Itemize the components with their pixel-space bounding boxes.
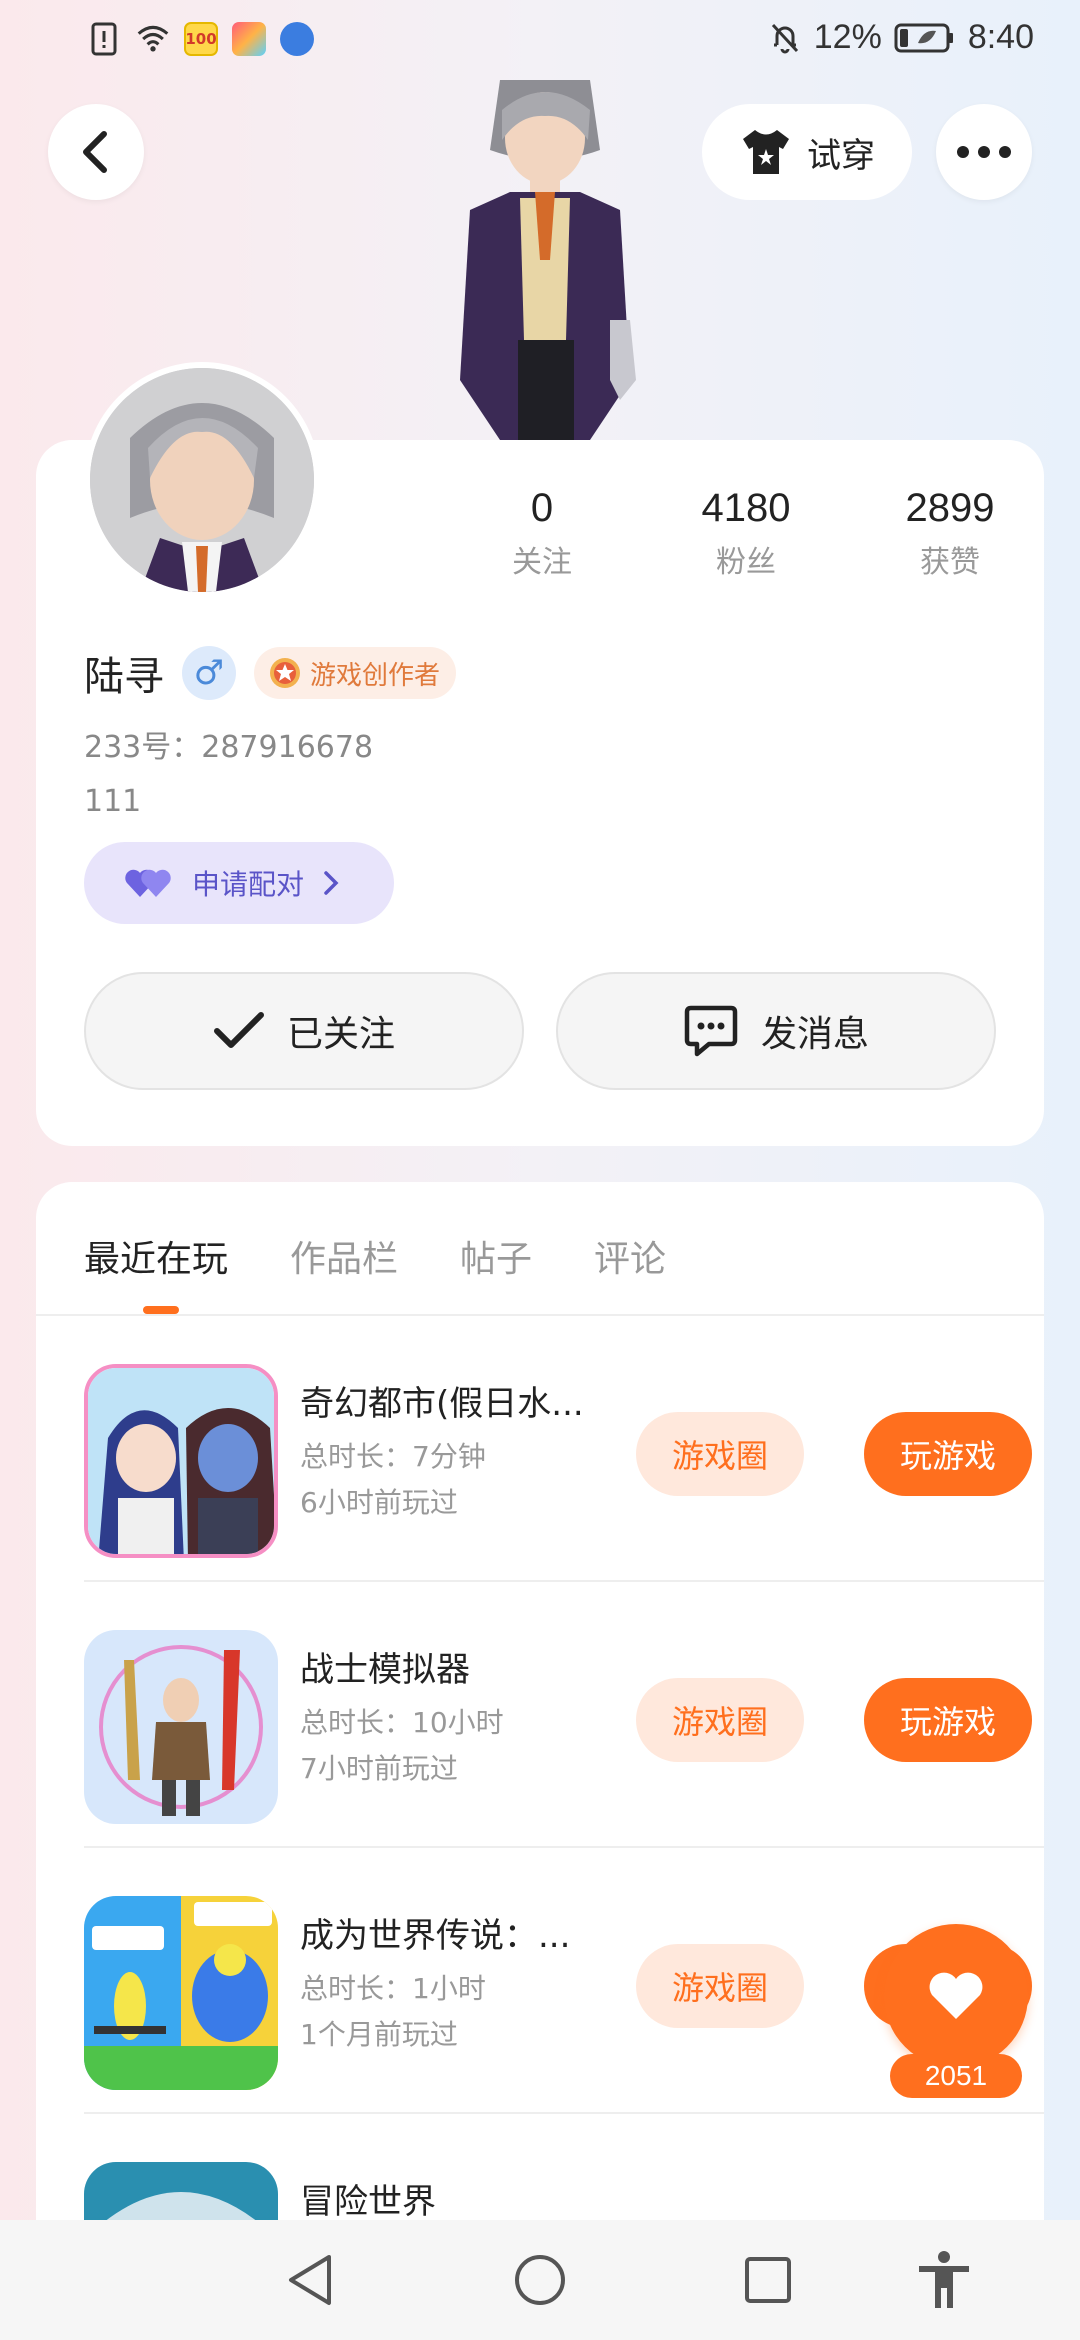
like-button[interactable] xyxy=(884,1924,1028,2068)
apply-pair-label: 申请配对 xyxy=(192,868,305,901)
game-duration: 总时长：1小时 xyxy=(300,1972,486,2005)
more-dots-icon xyxy=(957,146,1011,158)
game-row[interactable]: 战士模拟器 总时长：10小时 7小时前玩过 游戏圈 玩游戏 xyxy=(84,1582,1044,1848)
send-message-label: 发消息 xyxy=(760,1014,869,1055)
status-bar-right: 12% 8:40 xyxy=(768,18,1034,57)
character-figure xyxy=(440,73,650,440)
check-icon xyxy=(213,1012,264,1048)
mute-bell-icon xyxy=(771,23,798,53)
nav-back-button[interactable] xyxy=(280,2250,340,2310)
avatar[interactable] xyxy=(84,362,320,598)
game-circle-button[interactable]: 游戏圈 xyxy=(636,1678,804,1762)
game-info: 战士模拟器 总时长：10小时 7小时前玩过 xyxy=(300,1642,610,1787)
creator-badge[interactable]: 游戏创作者 xyxy=(254,647,457,699)
stat-following-value: 0 xyxy=(530,486,554,530)
battery-icon xyxy=(894,23,953,52)
tab-posts[interactable]: 帖子 xyxy=(460,1230,532,1282)
game-info: 成为世界传说：... 总时长：1小时 1个月前玩过 xyxy=(300,1908,610,2053)
accessibility-icon xyxy=(919,2251,969,2308)
stat-following-label: 关注 xyxy=(512,545,572,580)
game-icon-fantasy-city[interactable] xyxy=(84,1364,278,1558)
status-bar-left-icons: 100 xyxy=(88,22,314,56)
chevron-left-icon xyxy=(83,131,107,173)
heart-icon xyxy=(929,1972,983,2019)
square-recents-icon xyxy=(745,2257,791,2303)
user-id: 233号：287916678 xyxy=(84,730,374,765)
game-info: 奇幻都市(假日水... 总时长：7分钟 6小时前玩过 xyxy=(300,1376,610,1521)
hearts-icon xyxy=(125,869,171,897)
game-last-played: 7小时前玩过 xyxy=(300,1752,458,1785)
play-game-button[interactable]: 玩游戏 xyxy=(864,1412,1032,1496)
app-colorful-icon xyxy=(232,22,266,56)
app-blue-icon xyxy=(280,22,314,56)
app-100-icon: 100 xyxy=(184,22,218,56)
tab-works[interactable]: 作品栏 xyxy=(290,1230,398,1282)
male-icon: ♂ xyxy=(182,646,236,700)
creator-badge-label: 游戏创作者 xyxy=(310,660,441,691)
game-title: 成为世界传说：... xyxy=(300,1916,571,1956)
game-title: 战士模拟器 xyxy=(300,1650,470,1690)
stat-likes-value: 2899 xyxy=(905,486,995,530)
like-count: 2051 xyxy=(890,2054,1022,2098)
stats-row: 0 关注 4180 粉丝 2899 获赞 xyxy=(440,486,1060,581)
game-duration: 总时长：7分钟 xyxy=(300,1440,486,1473)
followed-label: 已关注 xyxy=(286,1014,395,1055)
back-button[interactable] xyxy=(48,104,144,200)
clock: 8:40 xyxy=(967,18,1034,56)
recent-games-card: 最近在玩 作品栏 帖子 评论 奇幻都市(假日水... 总时长：7分钟 6小时前玩… xyxy=(36,1182,1044,2340)
circle-home-icon xyxy=(515,2255,565,2305)
followed-button[interactable]: 已关注 xyxy=(84,972,524,1090)
profile-screen: 100 12% 8:40 试穿 0 关注 4180 粉丝 2899 获赞 陆寻 … xyxy=(0,0,1080,2340)
game-last-played: 6小时前玩过 xyxy=(300,1486,458,1519)
triangle-back-icon xyxy=(289,2255,331,2305)
try-on-button[interactable]: 试穿 xyxy=(702,104,912,200)
stat-fans-label: 粉丝 xyxy=(716,545,776,580)
more-button[interactable] xyxy=(936,104,1032,200)
status-bar: 100 12% 8:40 xyxy=(0,0,1080,84)
accessibility-button[interactable] xyxy=(914,2250,974,2310)
game-icon-world-legend[interactable] xyxy=(84,1896,278,2090)
user-name: 陆寻 xyxy=(84,654,164,700)
tab-bar: 最近在玩 作品栏 帖子 评论 xyxy=(84,1230,666,1282)
battery-percent: 12% xyxy=(813,18,882,56)
wifi-icon xyxy=(136,22,170,56)
chat-bubble-icon xyxy=(684,1005,738,1057)
name-row: 陆寻 ♂ 游戏创作者 xyxy=(84,644,457,702)
game-circle-button[interactable]: 游戏圈 xyxy=(636,1412,804,1496)
creator-star-icon xyxy=(270,658,300,688)
game-row[interactable]: 奇幻都市(假日水... 总时长：7分钟 6小时前玩过 游戏圈 玩游戏 xyxy=(84,1316,1044,1582)
play-game-button[interactable]: 玩游戏 xyxy=(864,1678,1032,1762)
send-message-button[interactable]: 发消息 xyxy=(556,972,996,1090)
game-title: 奇幻都市(假日水... xyxy=(300,1384,584,1424)
game-icon-warrior-simulator[interactable] xyxy=(84,1630,278,1824)
stat-fans-value: 4180 xyxy=(701,486,791,530)
tab-comments[interactable]: 评论 xyxy=(594,1230,666,1282)
game-last-played: 1个月前玩过 xyxy=(300,2018,458,2051)
stat-following[interactable]: 0 关注 xyxy=(440,486,644,581)
apply-pair-button[interactable]: 申请配对 xyxy=(84,842,394,924)
stat-fans[interactable]: 4180 粉丝 xyxy=(644,486,848,581)
stat-likes-label: 获赞 xyxy=(920,545,980,580)
shirt-icon xyxy=(743,130,789,174)
nav-home-button[interactable] xyxy=(510,2250,570,2310)
chevron-right-icon xyxy=(324,871,339,895)
system-nav-bar xyxy=(0,2220,1080,2340)
try-on-label: 试穿 xyxy=(807,135,875,176)
game-title: 冒险世界 xyxy=(300,2182,436,2222)
alert-icon xyxy=(88,22,122,56)
stat-likes[interactable]: 2899 获赞 xyxy=(848,486,1052,581)
tab-active-indicator xyxy=(143,1306,179,1314)
game-duration: 总时长：10小时 xyxy=(300,1706,504,1739)
game-circle-button[interactable]: 游戏圈 xyxy=(636,1944,804,2028)
game-info: 冒险世界 xyxy=(300,2174,610,2223)
tab-recently-played[interactable]: 最近在玩 xyxy=(84,1230,228,1282)
user-bio: 111 xyxy=(84,784,142,819)
nav-recents-button[interactable] xyxy=(738,2250,798,2310)
